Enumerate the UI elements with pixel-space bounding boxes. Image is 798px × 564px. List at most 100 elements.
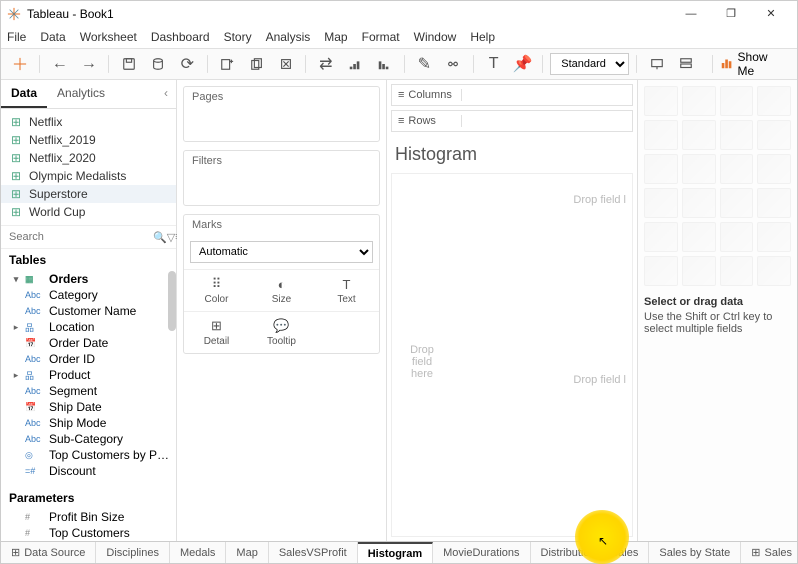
tab-distribution[interactable]: Distribution of Sales — [531, 542, 650, 563]
new-sheet-button[interactable] — [215, 51, 240, 77]
tab-moviedurations[interactable]: MovieDurations — [433, 542, 530, 563]
datasource-netflix2019[interactable]: ⊞Netflix_2019 — [1, 131, 176, 149]
menu-format[interactable]: Format — [362, 30, 400, 44]
tab-map[interactable]: Map — [226, 542, 268, 563]
chart-type-area[interactable] — [757, 188, 791, 218]
menu-worksheet[interactable]: Worksheet — [80, 30, 137, 44]
tab-medals[interactable]: Medals — [170, 542, 226, 563]
back-button[interactable]: ← — [47, 51, 72, 77]
tab-data[interactable]: Data — [1, 80, 47, 108]
expand-icon[interactable]: ▸ — [11, 370, 21, 381]
columns-shelf[interactable]: ≡Columns — [391, 84, 633, 106]
sort-asc-button[interactable] — [342, 51, 367, 77]
search-input[interactable] — [7, 229, 153, 245]
menu-window[interactable]: Window — [414, 30, 457, 44]
sort-desc-button[interactable] — [372, 51, 397, 77]
field-discount[interactable]: =#Discount — [1, 463, 176, 479]
chart-type-boxplot[interactable] — [644, 256, 678, 286]
param-top-customers[interactable]: #Top Customers — [1, 525, 176, 541]
swap-button[interactable]: ⇄ — [313, 51, 338, 77]
chart-type-highlight-table[interactable] — [720, 86, 754, 116]
chart-type-text-table[interactable] — [644, 86, 678, 116]
field-ship-mode[interactable]: AbcShip Mode — [1, 415, 176, 431]
labels-button[interactable]: T — [481, 51, 506, 77]
field-top-customers[interactable]: ◎Top Customers by P… — [1, 447, 176, 463]
field-customer-name[interactable]: AbcCustomer Name — [1, 303, 176, 319]
mark-size[interactable]: ◐Size — [249, 269, 314, 311]
chart-type-line-disc[interactable] — [682, 188, 716, 218]
mark-color[interactable]: ⠿Color — [184, 269, 249, 311]
chart-type-hbar[interactable] — [720, 120, 754, 150]
chart-type-stacked-bar[interactable] — [757, 120, 791, 150]
save-button[interactable] — [116, 51, 141, 77]
minimize-button[interactable]: — — [671, 1, 711, 26]
chart-type-dual-line[interactable] — [720, 188, 754, 218]
table-orders[interactable]: ▾▦Orders — [1, 271, 176, 287]
group-button[interactable] — [441, 51, 466, 77]
param-profit-bin[interactable]: #Profit Bin Size — [1, 509, 176, 525]
datasource-netflix2020[interactable]: ⊞Netflix_2020 — [1, 149, 176, 167]
tableau-icon[interactable] — [7, 51, 32, 77]
chart-type-line-cont[interactable] — [644, 188, 678, 218]
mark-detail[interactable]: ⊞Detail — [184, 311, 249, 353]
chart-type-scatter[interactable] — [720, 222, 754, 252]
field-product[interactable]: ▸品Product — [1, 367, 176, 383]
forward-button[interactable]: → — [76, 51, 101, 77]
pages-card[interactable]: Pages — [183, 86, 380, 142]
field-order-date[interactable]: 📅Order Date — [1, 335, 176, 351]
chart-type-dual-combo[interactable] — [682, 222, 716, 252]
menu-story[interactable]: Story — [224, 30, 252, 44]
menu-data[interactable]: Data — [40, 30, 65, 44]
new-data-button[interactable] — [146, 51, 171, 77]
refresh-button[interactable]: ⟳ — [175, 51, 200, 77]
filters-card[interactable]: Filters — [183, 150, 380, 206]
chart-type-gantt[interactable] — [682, 256, 716, 286]
menu-map[interactable]: Map — [324, 30, 347, 44]
chart-type-bullet[interactable] — [720, 256, 754, 286]
close-button[interactable]: ✕ — [751, 1, 791, 26]
datasource-netflix[interactable]: ⊞Netflix — [1, 113, 176, 131]
viz-title[interactable]: Histogram — [387, 132, 637, 169]
field-order-id[interactable]: AbcOrder ID — [1, 351, 176, 367]
rows-shelf[interactable]: ≡Rows — [391, 110, 633, 132]
scrollbar-thumb[interactable] — [168, 271, 176, 331]
chart-type-area-disc[interactable] — [644, 222, 678, 252]
chart-type-side-bar[interactable] — [644, 154, 678, 184]
chart-type-pie[interactable] — [682, 120, 716, 150]
tab-sales[interactable]: ⊞Sales — [741, 542, 798, 563]
chart-type-packed-bubble[interactable] — [757, 256, 791, 286]
chart-type-histogram[interactable] — [757, 222, 791, 252]
pin-button[interactable]: 📌 — [510, 51, 535, 77]
collapse-icon[interactable]: ▾ — [11, 274, 21, 285]
collapse-sidebar-icon[interactable]: ‹ — [156, 80, 176, 108]
chart-type-symbol-map[interactable] — [757, 86, 791, 116]
tab-disciplines[interactable]: Disciplines — [96, 542, 170, 563]
menu-file[interactable]: File — [7, 30, 26, 44]
expand-icon[interactable]: ▸ — [11, 322, 21, 333]
maximize-button[interactable]: ❐ — [711, 1, 751, 26]
menu-analysis[interactable]: Analysis — [266, 30, 311, 44]
cards-button[interactable] — [673, 51, 698, 77]
showme-button[interactable]: Show Me — [703, 50, 791, 78]
fit-dropdown[interactable]: Standard — [550, 53, 629, 75]
datasource-superstore[interactable]: ⊞Superstore — [1, 185, 176, 203]
field-category[interactable]: AbcCategory — [1, 287, 176, 303]
chart-type-treemap[interactable] — [682, 154, 716, 184]
chart-type-heatmap[interactable] — [682, 86, 716, 116]
tab-salesbystate[interactable]: Sales by State — [649, 542, 741, 563]
tab-histogram[interactable]: Histogram — [358, 542, 433, 563]
duplicate-button[interactable] — [244, 51, 269, 77]
datasource-olympic[interactable]: ⊞Olympic Medalists — [1, 167, 176, 185]
mark-tooltip[interactable]: 💬Tooltip — [249, 311, 314, 353]
filter-icon[interactable]: ▽ — [167, 231, 175, 244]
field-location[interactable]: ▸品Location — [1, 319, 176, 335]
viz-area[interactable]: Drop field l Drop field here Drop field … — [391, 173, 633, 537]
menu-dashboard[interactable]: Dashboard — [151, 30, 210, 44]
chart-type-filled-map[interactable] — [644, 120, 678, 150]
search-icon[interactable]: 🔍 — [153, 231, 167, 244]
chart-type-circle[interactable] — [720, 154, 754, 184]
menu-help[interactable]: Help — [470, 30, 495, 44]
field-ship-date[interactable]: 📅Ship Date — [1, 399, 176, 415]
mark-text[interactable]: TText — [314, 269, 379, 311]
datasource-worldcup[interactable]: ⊞World Cup — [1, 203, 176, 221]
